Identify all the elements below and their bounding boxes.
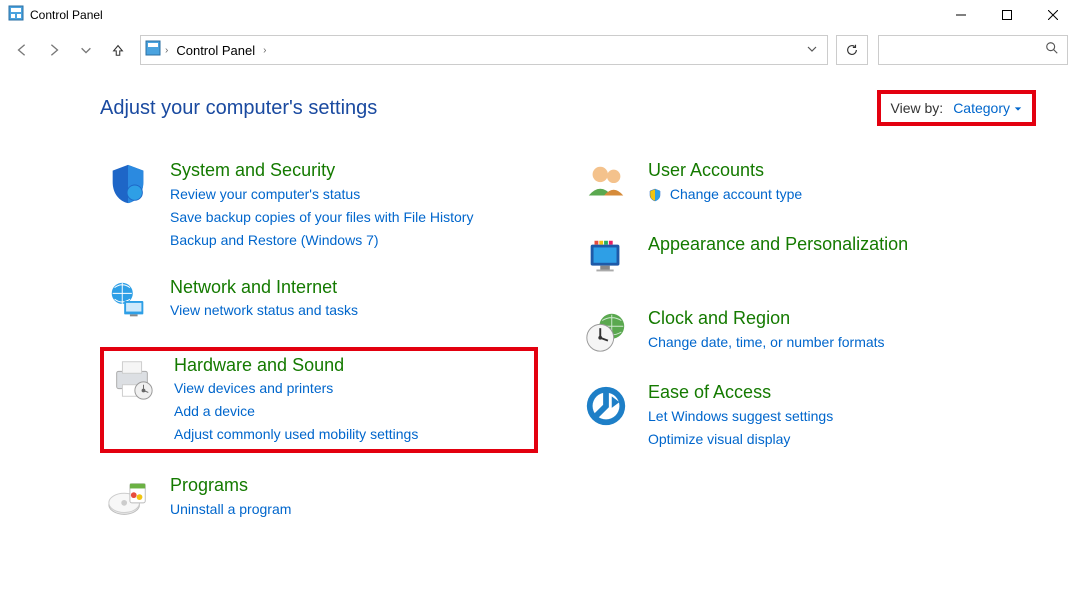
navbar: › Control Panel ›	[0, 30, 1076, 70]
network-icon	[104, 277, 152, 325]
category-title[interactable]: Programs	[170, 475, 291, 497]
shield-icon	[104, 160, 152, 208]
chevron-right-icon[interactable]: ›	[161, 45, 172, 56]
category-system-security: System and Security Review your computer…	[100, 156, 538, 255]
view-by-selector[interactable]: View by: Category	[877, 90, 1036, 126]
chevron-down-icon	[1014, 100, 1022, 116]
page-heading: Adjust your computer's settings	[100, 97, 377, 120]
control-panel-icon	[8, 5, 24, 26]
up-button[interactable]	[104, 36, 132, 64]
category-link[interactable]: Change account type	[648, 184, 802, 205]
category-link[interactable]: View devices and printers	[174, 378, 418, 399]
category-link[interactable]: Optimize visual display	[648, 429, 833, 450]
refresh-button[interactable]	[836, 35, 868, 65]
category-link[interactable]: Change date, time, or number formats	[648, 332, 885, 353]
category-appearance-personalization: Appearance and Personalization	[578, 230, 1016, 286]
address-history-dropdown[interactable]	[801, 41, 823, 59]
category-clock-region: Clock and Region Change date, time, or n…	[578, 304, 1016, 360]
category-link[interactable]: Backup and Restore (Windows 7)	[170, 230, 473, 251]
category-link[interactable]: Review your computer's status	[170, 184, 473, 205]
ease-of-access-icon	[582, 382, 630, 430]
close-button[interactable]	[1030, 0, 1076, 30]
minimize-button[interactable]	[938, 0, 984, 30]
category-ease-of-access: Ease of Access Let Windows suggest setti…	[578, 378, 1016, 454]
category-link[interactable]: Save backup copies of your files with Fi…	[170, 207, 473, 228]
category-link[interactable]: Uninstall a program	[170, 499, 291, 520]
titlebar: Control Panel	[0, 0, 1076, 30]
category-link[interactable]: Add a device	[174, 401, 418, 422]
search-box[interactable]	[878, 35, 1068, 65]
address-icon	[145, 40, 161, 61]
shield-small-icon	[648, 188, 662, 202]
category-network-internet: Network and Internet View network status…	[100, 273, 538, 329]
category-title[interactable]: Hardware and Sound	[174, 355, 418, 377]
view-by-value[interactable]: Category	[953, 100, 1022, 116]
appearance-icon	[582, 234, 630, 282]
category-title[interactable]: System and Security	[170, 160, 473, 182]
content-area: Adjust your computer's settings View by:…	[0, 70, 1076, 527]
users-icon	[582, 160, 630, 208]
view-by-label: View by:	[891, 100, 944, 116]
category-link[interactable]: Let Windows suggest settings	[648, 406, 833, 427]
address-bar[interactable]: › Control Panel ›	[140, 35, 828, 65]
maximize-button[interactable]	[984, 0, 1030, 30]
printer-icon	[108, 355, 156, 403]
recent-dropdown[interactable]	[72, 36, 100, 64]
back-button[interactable]	[8, 36, 36, 64]
forward-button[interactable]	[40, 36, 68, 64]
category-title[interactable]: Appearance and Personalization	[648, 234, 908, 256]
category-hardware-sound: Hardware and Sound View devices and prin…	[100, 347, 538, 454]
clock-icon	[582, 308, 630, 356]
search-icon	[1045, 41, 1059, 60]
breadcrumb-root[interactable]: Control Panel	[172, 43, 259, 58]
category-title[interactable]: Network and Internet	[170, 277, 358, 299]
programs-icon	[104, 475, 152, 523]
category-user-accounts: User Accounts Change account type	[578, 156, 1016, 212]
category-link[interactable]: View network status and tasks	[170, 300, 358, 321]
category-title[interactable]: User Accounts	[648, 160, 802, 182]
chevron-right-icon[interactable]: ›	[259, 45, 270, 56]
category-title[interactable]: Clock and Region	[648, 308, 885, 330]
window-title: Control Panel	[30, 8, 103, 22]
category-title[interactable]: Ease of Access	[648, 382, 833, 404]
category-link[interactable]: Adjust commonly used mobility settings	[174, 424, 418, 445]
category-programs: Programs Uninstall a program	[100, 471, 538, 527]
